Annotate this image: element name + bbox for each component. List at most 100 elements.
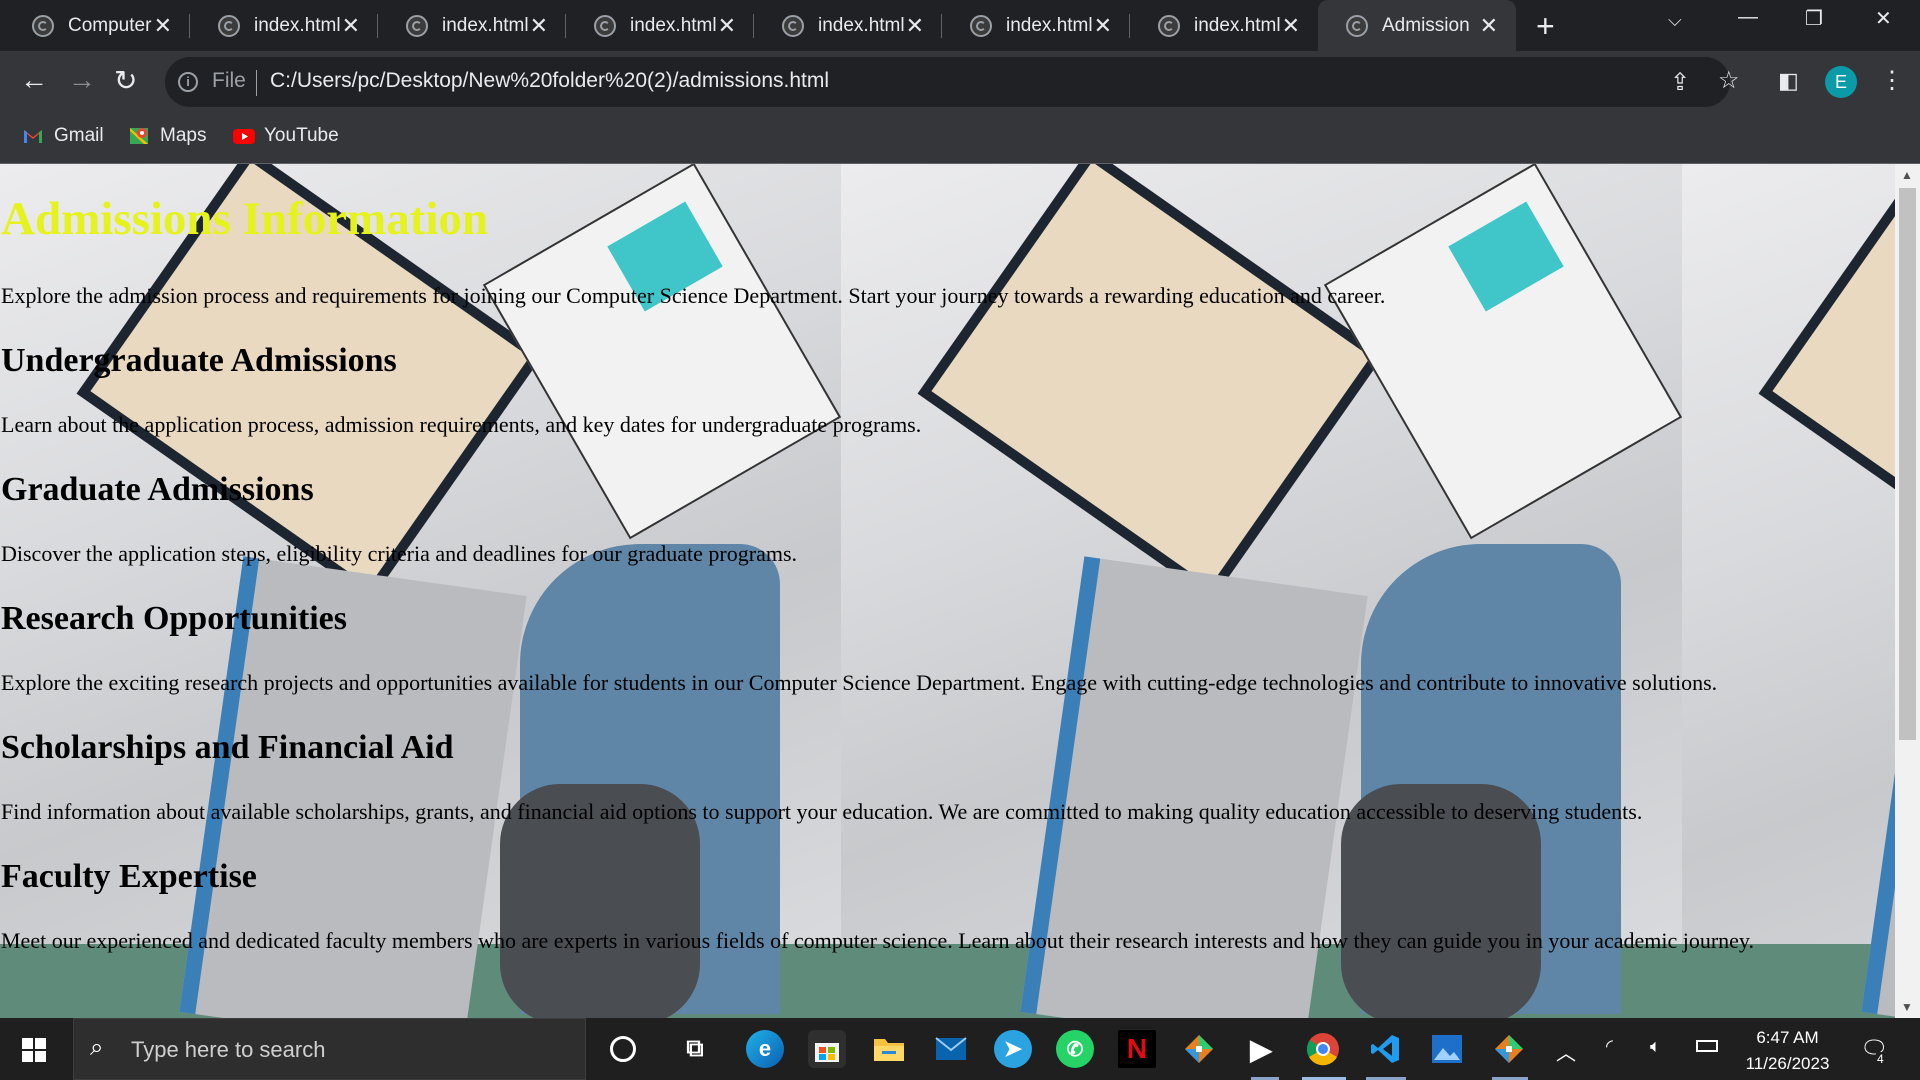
section-text: Explore the exciting research projects a… xyxy=(1,670,1718,695)
tab[interactable]: index.html ✕ xyxy=(190,0,378,51)
bookmark-youtube[interactable]: YouTube xyxy=(232,125,339,147)
media-player-icon[interactable]: ▶ xyxy=(1242,1030,1280,1068)
new-tab-button[interactable]: + xyxy=(1536,8,1555,45)
telegram-icon[interactable]: ➤ xyxy=(994,1030,1032,1068)
task-view-icon[interactable]: ⧉ xyxy=(676,1030,714,1068)
globe-icon xyxy=(1158,14,1180,37)
close-tab-icon[interactable]: ✕ xyxy=(718,13,736,39)
file-explorer-icon[interactable] xyxy=(870,1030,908,1068)
search-icon: ⌕ xyxy=(90,1034,104,1061)
clock-date: 11/26/2023 xyxy=(1745,1054,1830,1073)
tab-label: index.html xyxy=(630,14,717,36)
store-icon[interactable] xyxy=(808,1030,846,1068)
restore-button[interactable]: ❐ xyxy=(1805,6,1823,31)
url-text[interactable]: C:/Users/pc/Desktop/New%20folder%20(2)/a… xyxy=(270,69,829,93)
forward-arrow-icon[interactable]: → xyxy=(68,64,96,96)
battery-icon[interactable] xyxy=(1696,1040,1718,1052)
bookmark-gmail[interactable]: Gmail xyxy=(22,125,104,147)
bookmark-label: YouTube xyxy=(264,125,339,146)
close-tab-icon[interactable]: ✕ xyxy=(1480,13,1498,39)
profile-avatar[interactable]: E xyxy=(1825,66,1857,98)
youtube-icon xyxy=(232,125,255,147)
close-tab-icon[interactable]: ✕ xyxy=(530,13,548,39)
close-tab-icon[interactable]: ✕ xyxy=(342,13,360,39)
section-heading: Graduate Admissions xyxy=(1,471,314,508)
globe-icon xyxy=(32,14,54,37)
windows-start-icon[interactable] xyxy=(22,1038,46,1062)
section-text: Find information about available scholar… xyxy=(1,799,1643,824)
minimize-button[interactable]: — xyxy=(1738,6,1758,29)
scheme-label: File xyxy=(212,69,246,92)
info-icon[interactable]: i xyxy=(178,72,198,92)
tab-strip: Computer ✕ index.html ✕ index.html ✕ ind… xyxy=(0,0,1920,51)
tab-search-icon[interactable]: ⌵ xyxy=(1668,10,1682,31)
mail-icon[interactable] xyxy=(932,1030,970,1068)
whatsapp-icon[interactable]: ✆ xyxy=(1056,1030,1094,1068)
netflix-icon[interactable]: N xyxy=(1118,1030,1156,1068)
cortana-icon[interactable] xyxy=(604,1030,642,1068)
globe-icon xyxy=(782,14,804,37)
photos-icon[interactable] xyxy=(1428,1030,1466,1068)
tab-label: index.html xyxy=(1194,14,1281,36)
tab[interactable]: index.html ✕ xyxy=(566,0,754,51)
section-text: Learn about the application process, adm… xyxy=(1,412,922,437)
scroll-up-arrow-icon[interactable]: ▲ xyxy=(1901,168,1913,182)
section-heading: Research Opportunities xyxy=(1,600,347,637)
tab-label: index.html xyxy=(254,14,341,36)
scroll-down-arrow-icon[interactable]: ▼ xyxy=(1901,1000,1913,1014)
notification-count: 4 xyxy=(1874,1052,1887,1066)
bookmark-star-icon[interactable]: ☆ xyxy=(1718,66,1740,95)
app-icon[interactable] xyxy=(1180,1030,1218,1068)
globe-icon xyxy=(218,14,240,37)
close-tab-icon[interactable]: ✕ xyxy=(906,13,924,39)
close-tab-icon[interactable]: ✕ xyxy=(154,13,172,39)
bookmark-label: Maps xyxy=(160,125,207,146)
system-clock[interactable]: 6:47 AM 11/26/2023 xyxy=(1735,1025,1840,1077)
tab[interactable]: index.html ✕ xyxy=(754,0,942,51)
tab[interactable]: Computer ✕ xyxy=(0,0,190,51)
menu-icon[interactable]: ⋮ xyxy=(1880,66,1904,95)
maps-icon xyxy=(128,125,150,147)
back-arrow-icon[interactable]: ← xyxy=(20,64,48,96)
close-window-button[interactable]: ✕ xyxy=(1875,6,1892,31)
app-icon[interactable] xyxy=(1490,1030,1528,1068)
side-panel-icon[interactable]: ◧ xyxy=(1778,68,1799,94)
chevron-up-icon[interactable]: ︿ xyxy=(1556,1037,1576,1066)
tab-label: index.html xyxy=(1006,14,1093,36)
section-heading: Undergraduate Admissions xyxy=(1,342,397,379)
close-tab-icon[interactable]: ✕ xyxy=(1094,13,1112,39)
chrome-icon[interactable] xyxy=(1304,1030,1342,1068)
bookmark-maps[interactable]: Maps xyxy=(128,125,206,147)
reload-icon[interactable]: ↻ xyxy=(114,64,137,97)
page-viewport: Admissions Information Explore the admis… xyxy=(0,164,1895,1018)
tab[interactable]: index.html ✕ xyxy=(942,0,1130,51)
globe-icon xyxy=(594,14,616,37)
clock-time: 6:47 AM xyxy=(1756,1028,1819,1047)
bookmark-label: Gmail xyxy=(54,125,104,146)
vscode-icon[interactable] xyxy=(1366,1030,1404,1068)
page-title: Admissions Information xyxy=(1,193,489,245)
globe-icon xyxy=(970,14,992,37)
intro-text: Explore the admission process and requir… xyxy=(1,283,1386,308)
share-icon[interactable]: ⇪ xyxy=(1670,68,1690,97)
tab[interactable]: index.html ✕ xyxy=(378,0,566,51)
notification-icon[interactable]: 🗨︎ 4 xyxy=(1860,1036,1888,1066)
section-text: Meet our experienced and dedicated facul… xyxy=(1,928,1754,953)
section-heading: Scholarships and Financial Aid xyxy=(1,729,454,766)
section-heading: Faculty Expertise xyxy=(1,858,257,895)
tab-active[interactable]: Admission ✕ xyxy=(1318,0,1516,51)
vertical-scrollbar[interactable]: ▲ ▼ xyxy=(1895,164,1920,1018)
tab[interactable]: index.html ✕ xyxy=(1130,0,1318,51)
globe-icon xyxy=(406,14,428,37)
edge-icon[interactable]: e xyxy=(746,1030,784,1068)
gmail-icon xyxy=(22,125,44,147)
globe-icon xyxy=(1346,14,1368,37)
close-tab-icon[interactable]: ✕ xyxy=(1282,13,1300,39)
tab-label: Admission xyxy=(1382,14,1470,36)
tab-label: index.html xyxy=(818,14,905,36)
volume-icon[interactable]: 🔈︎ xyxy=(1650,1036,1661,1057)
tab-label: index.html xyxy=(442,14,529,36)
wifi-icon[interactable]: ◜ xyxy=(1606,1036,1613,1057)
search-placeholder[interactable]: Type here to search xyxy=(131,1037,325,1063)
scrollbar-thumb[interactable] xyxy=(1899,188,1916,740)
